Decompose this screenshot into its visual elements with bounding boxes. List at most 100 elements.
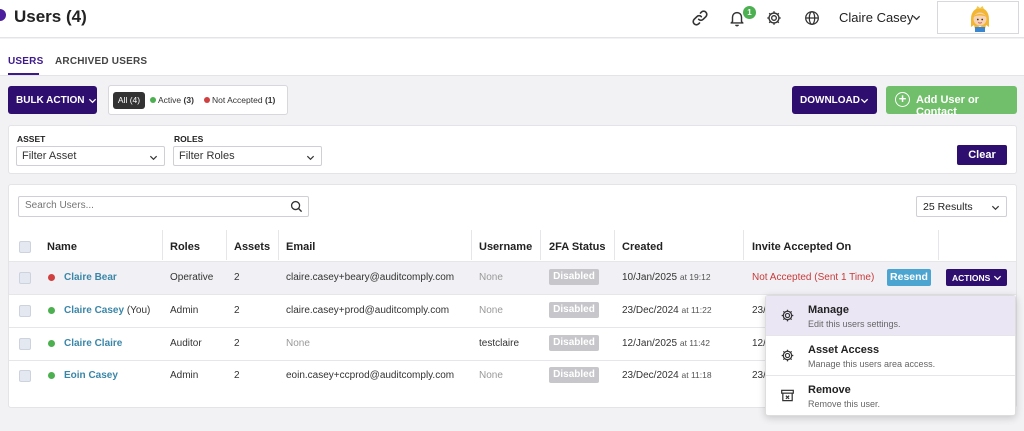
user-username: None <box>479 305 503 316</box>
row-checkbox[interactable] <box>19 338 31 350</box>
tab-archived-users[interactable]: ARCHIVED USERS <box>55 56 147 67</box>
chevron-down-icon <box>993 275 1002 281</box>
bulk-action-label: BULK ACTION <box>16 95 85 106</box>
user-role: Auditor <box>170 338 202 349</box>
column-divider <box>162 230 163 260</box>
user-email: eoin.casey+ccprod@auditcomply.com <box>286 370 455 381</box>
user-role: Operative <box>170 272 214 283</box>
resend-invite-button[interactable]: Resend <box>887 269 931 286</box>
user-assets: 2 <box>234 338 240 349</box>
tab-users[interactable]: USERS <box>8 56 43 67</box>
column-divider <box>226 230 227 260</box>
filter-not-accepted-pill[interactable]: Not Accepted (1) <box>204 92 275 109</box>
user-username: None <box>479 370 503 381</box>
actions-dropdown-menu: Manage Edit this users settings. Asset A… <box>765 295 1016 416</box>
user-assets: 2 <box>234 305 240 316</box>
column-header-invite-accepted-on[interactable]: Invite Accepted On <box>752 241 851 253</box>
2fa-status-badge: Disabled <box>549 302 599 318</box>
menu-item-description: Edit this users settings. <box>808 319 901 329</box>
chevron-down-icon <box>860 98 869 104</box>
chevron-down-icon <box>991 205 1000 211</box>
search-users-field[interactable] <box>18 196 309 217</box>
user-email: claire.casey+beary@auditcomply.com <box>286 272 455 283</box>
user-name-link[interactable]: Claire Bear <box>64 272 117 283</box>
results-per-page-select[interactable]: 25 Results <box>916 196 1007 217</box>
archive-box-icon <box>781 389 794 402</box>
2fa-status-badge: Disabled <box>549 367 599 383</box>
chevron-down-icon[interactable] <box>912 13 921 22</box>
add-user-label: Add User or Contact <box>916 94 979 118</box>
column-header-created[interactable]: Created <box>622 241 663 253</box>
menu-item-asset-access[interactable]: Asset Access Manage this users area acce… <box>766 336 1015 376</box>
bulk-action-button[interactable]: BULK ACTION <box>8 86 97 114</box>
select-all-checkbox[interactable] <box>19 241 31 253</box>
user-role: Admin <box>170 305 199 316</box>
gear-icon <box>781 349 794 362</box>
user-tabs: USERS ARCHIVED USERS <box>0 39 1024 76</box>
column-header-username[interactable]: Username <box>479 241 532 253</box>
menu-item-manage[interactable]: Manage Edit this users settings. <box>766 296 1015 336</box>
menu-item-title: Manage <box>808 304 849 316</box>
user-role: Admin <box>170 370 199 381</box>
active-status-dot <box>48 372 55 379</box>
row-checkbox[interactable] <box>19 305 31 317</box>
column-header-assets[interactable]: Assets <box>234 241 270 253</box>
gear-icon <box>781 309 794 322</box>
invite-status: Not Accepted (Sent 1 Time) <box>752 272 875 283</box>
user-name-link[interactable]: Eoin Casey <box>64 370 118 381</box>
avatar[interactable] <box>937 1 1019 34</box>
user-name-link[interactable]: Claire Casey <box>64 305 124 316</box>
download-label: DOWNLOAD <box>800 95 860 106</box>
user-name-cell: Claire Casey (You) <box>64 305 150 316</box>
created-date: 12/Jan/2025 at 11:42 <box>622 338 710 349</box>
invite-accepted-date: 23/ <box>752 370 766 381</box>
user-username: testclaire <box>479 338 520 349</box>
active-tab-indicator <box>8 73 39 75</box>
top-header: Users (4) 1 Claire Casey <box>0 0 1024 38</box>
chevron-down-icon <box>88 98 97 104</box>
user-assets: 2 <box>234 272 240 283</box>
column-divider <box>471 230 472 260</box>
link-icon[interactable] <box>691 9 709 27</box>
row-checkbox[interactable] <box>19 272 31 284</box>
search-input[interactable] <box>25 200 275 211</box>
search-icon[interactable] <box>290 200 303 213</box>
download-button[interactable]: DOWNLOAD <box>792 86 877 114</box>
2fa-status-badge: Disabled <box>549 335 599 351</box>
row-checkbox[interactable] <box>19 370 31 382</box>
active-status-dot <box>150 97 156 103</box>
menu-item-description: Remove this user. <box>808 399 881 409</box>
filter-all-pill[interactable]: All (4) <box>113 92 145 109</box>
asset-filter-select[interactable]: Filter Asset <box>16 146 165 166</box>
filter-active-pill[interactable]: Active (3) <box>150 92 194 109</box>
clear-filters-button[interactable]: Clear <box>957 145 1007 165</box>
chevron-down-icon <box>306 155 315 161</box>
globe-icon[interactable] <box>803 9 821 27</box>
user-menu-name[interactable]: Claire Casey <box>839 10 913 25</box>
brand-logo-icon <box>0 9 6 21</box>
column-divider <box>540 230 541 260</box>
column-header-roles[interactable]: Roles <box>170 241 200 253</box>
menu-item-title: Remove <box>808 384 851 396</box>
plus-circle-icon: + <box>895 92 910 107</box>
user-assets: 2 <box>234 370 240 381</box>
roles-filter-select[interactable]: Filter Roles <box>173 146 322 166</box>
chevron-down-icon <box>149 155 158 161</box>
column-header-2fa-status[interactable]: 2FA Status <box>549 241 605 253</box>
notification-count-badge: 1 <box>743 6 756 19</box>
invite-accepted-date: 12/ <box>752 338 766 349</box>
user-name-link[interactable]: Claire Claire <box>64 338 122 349</box>
inactive-status-dot <box>204 97 210 103</box>
menu-item-description: Manage this users area access. <box>808 359 936 369</box>
actions-dropdown-button[interactable]: ACTIONS <box>946 269 1007 286</box>
column-header-name[interactable]: Name <box>47 241 77 253</box>
gear-icon[interactable] <box>765 9 783 27</box>
active-status-dot <box>48 340 55 347</box>
created-date: 23/Dec/2024 at 11:18 <box>622 370 712 381</box>
user-email: None <box>286 338 310 349</box>
created-date: 23/Dec/2024 at 11:22 <box>622 305 712 316</box>
column-header-email[interactable]: Email <box>286 241 315 253</box>
add-user-button[interactable]: + Add User or Contact <box>886 86 1017 118</box>
menu-item-remove[interactable]: Remove Remove this user. <box>766 376 1015 416</box>
page-title: Users (4) <box>14 7 87 26</box>
